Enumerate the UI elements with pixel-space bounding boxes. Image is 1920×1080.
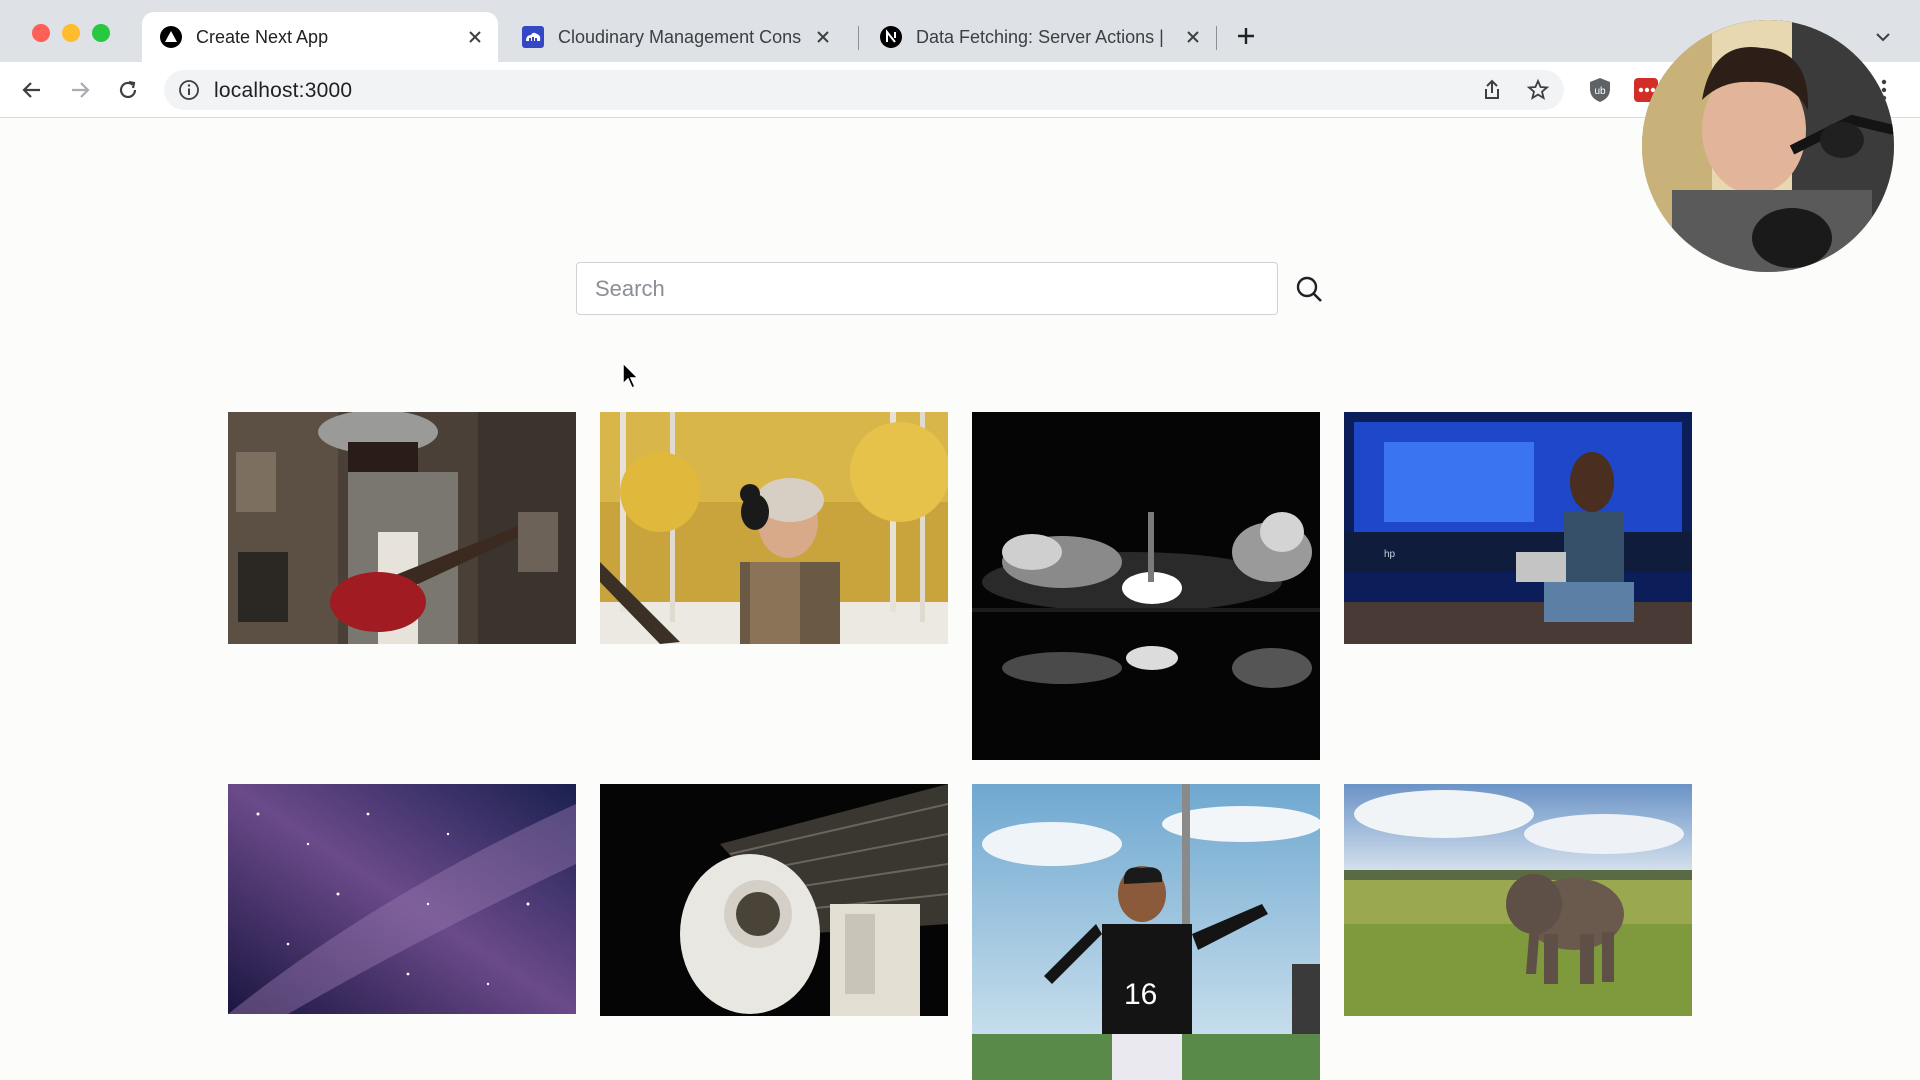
gallery-image-laptop-stage[interactable]: hp (1344, 412, 1692, 644)
back-button[interactable] (18, 76, 46, 104)
search-button[interactable] (1294, 274, 1324, 304)
gallery-image-astronaut[interactable] (600, 784, 948, 1016)
reload-icon (119, 80, 137, 99)
svg-text:16: 16 (1124, 978, 1157, 1011)
nextjs-triangle-icon (160, 26, 182, 48)
new-tab-button[interactable] (1232, 22, 1260, 50)
gallery-image-soccer-player[interactable]: 16 (972, 784, 1320, 1080)
gallery-image-guitar[interactable] (228, 412, 576, 644)
info-icon[interactable] (178, 79, 200, 101)
tab-close-icon[interactable] (464, 26, 486, 48)
svg-text:ub: ub (1594, 86, 1606, 97)
webcam-overlay (1642, 20, 1894, 272)
forward-button[interactable] (66, 76, 94, 104)
chevron-down-icon[interactable] (1872, 26, 1894, 48)
gallery-image-milky-way[interactable] (228, 784, 576, 1014)
gallery-image-rocket-launch[interactable] (972, 412, 1320, 760)
tab-title: Data Fetching: Server Actions | (916, 26, 1164, 47)
window-close-button[interactable] (32, 24, 50, 42)
tab-close-icon[interactable] (812, 26, 834, 48)
nextjs-n-icon (880, 26, 902, 48)
mouse-cursor-icon (622, 362, 640, 390)
tab-create-next-app[interactable]: Create Next App (142, 12, 498, 62)
cloudinary-icon (522, 26, 544, 48)
tab-strip: Create Next App Cloudinary Management Co… (0, 0, 1920, 62)
search-input[interactable] (576, 262, 1278, 315)
tab-separator (1216, 26, 1217, 50)
address-url: localhost:3000 (214, 79, 353, 102)
tab-data-fetching[interactable]: Data Fetching: Server Actions | (862, 12, 1216, 62)
tab-separator (858, 26, 859, 50)
browser-toolbar: localhost:3000 ub (0, 62, 1920, 118)
reload-button[interactable] (114, 76, 142, 104)
tab-close-icon[interactable] (1182, 26, 1204, 48)
window-minimize-button[interactable] (62, 24, 80, 42)
gallery-image-elephant[interactable] (1344, 784, 1692, 1016)
tab-title: Create Next App (196, 26, 329, 47)
gallery-image-cat-forest[interactable] (600, 412, 948, 644)
share-icon[interactable] (1480, 78, 1504, 102)
address-bar[interactable]: localhost:3000 (164, 70, 1564, 110)
plus-icon (1238, 28, 1254, 44)
bookmark-star-icon[interactable] (1526, 78, 1550, 102)
window-zoom-button[interactable] (92, 24, 110, 42)
arrow-left-icon (22, 82, 40, 98)
ublock-shield-icon[interactable]: ub (1586, 76, 1614, 104)
tab-cloudinary[interactable]: Cloudinary Management Cons (504, 12, 846, 62)
svg-text:hp: hp (1384, 549, 1396, 560)
search-icon (1296, 276, 1322, 302)
arrow-right-icon (72, 82, 90, 98)
tab-title: Cloudinary Management Cons (558, 26, 802, 47)
